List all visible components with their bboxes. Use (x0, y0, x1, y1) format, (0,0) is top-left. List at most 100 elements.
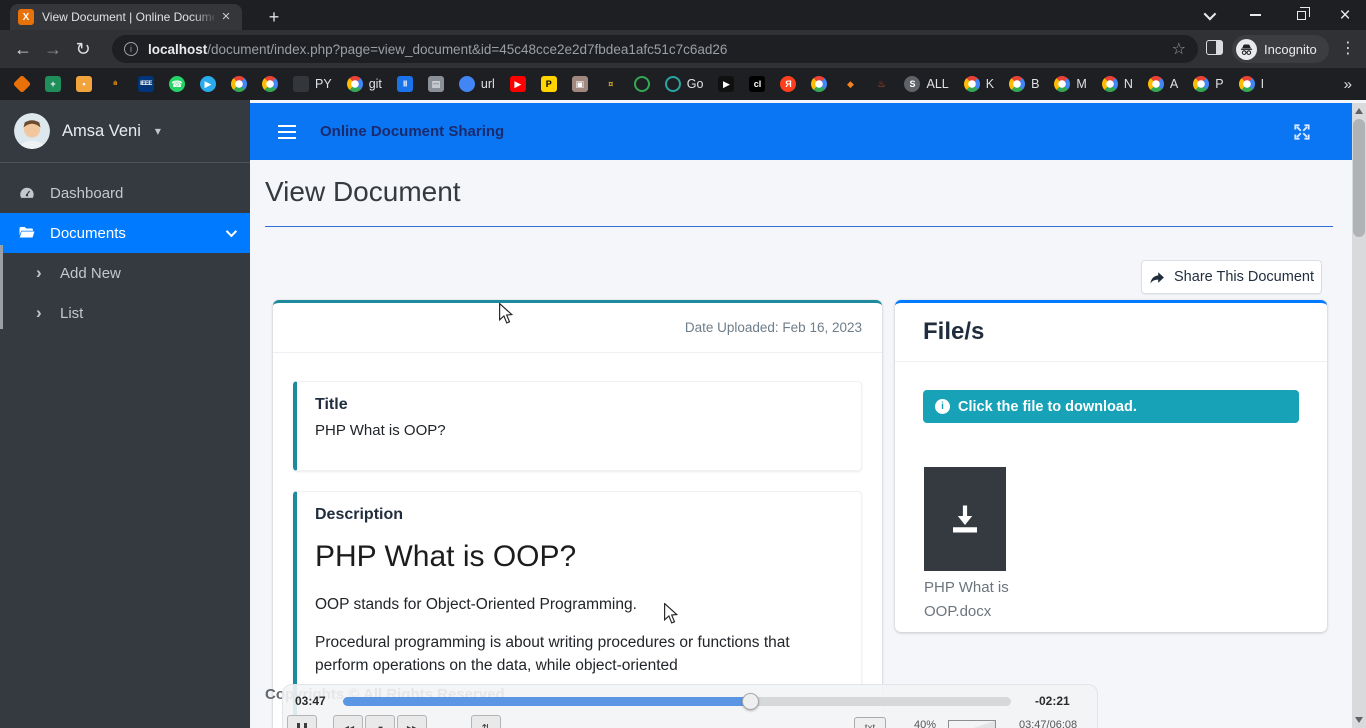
bookmark-google-a[interactable]: A (1148, 76, 1178, 92)
pause-button[interactable] (287, 715, 317, 728)
scroll-down-arrow-icon[interactable] (1355, 717, 1363, 723)
user-panel[interactable]: Amsa Veni ▾ (0, 100, 250, 163)
bookmark-ieee[interactable]: IEEE (138, 76, 154, 92)
bookmark-telegram[interactable]: ▶ (200, 76, 216, 92)
bookmark-python-icon (293, 76, 309, 92)
bookmark-gem[interactable] (14, 76, 30, 92)
bookmark-items: + ▪ ılı IEEE ☎ ▶ PY git ||| ▤ url ▶ P ▣ ¤ Go ▶ cl Я ◆ ♨ SALL K… (14, 76, 1330, 92)
bookmark-google-2[interactable] (262, 76, 278, 92)
bookmark-sheets-icon: + (45, 76, 61, 92)
bookmark-matlab[interactable]: ◆ (842, 76, 858, 92)
bookmark-cart-icon: ¤ (603, 76, 619, 92)
new-tab-button[interactable]: + (262, 6, 286, 28)
sidebar-item-documents[interactable]: Documents (0, 213, 250, 253)
bookmark-google-b[interactable]: B (1009, 76, 1039, 92)
close-window-button[interactable]: × (1322, 0, 1366, 30)
forward-button[interactable]: → (38, 39, 68, 60)
files-card: File/s i Click the file to download. PHP… (895, 300, 1327, 632)
bookmark-google-3[interactable] (811, 76, 827, 92)
tab-search-button[interactable] (1185, 0, 1231, 30)
info-circle-icon: i (935, 399, 950, 414)
download-hint-text: Click the file to download. (958, 399, 1137, 415)
sidebar-item-dashboard[interactable]: Dashboard (0, 173, 250, 213)
bookmark-google-m[interactable]: M (1054, 76, 1086, 92)
bookmark-analytics[interactable]: ılı (107, 76, 123, 92)
bookmark-python[interactable]: PY (293, 76, 332, 92)
app-topbar: Online Document Sharing (250, 103, 1352, 160)
bookmark-url-shortener[interactable]: url (459, 76, 495, 92)
stop-button[interactable]: ■ (365, 715, 395, 728)
bookmark-orange-box[interactable]: ▪ (76, 76, 92, 92)
bookmark-google-b-label: B (1031, 77, 1039, 91)
sidebar-item-add-new[interactable]: › Add New (0, 253, 250, 293)
bookmark-google-1[interactable] (231, 76, 247, 92)
mouse-cursor (498, 303, 514, 325)
app-brand[interactable]: Online Document Sharing (320, 123, 504, 140)
bookmark-google-k[interactable]: K (964, 76, 994, 92)
bookmark-orange-box-icon: ▪ (76, 76, 92, 92)
bookmark-google-m-icon (1054, 76, 1070, 92)
minimize-button[interactable] (1232, 0, 1278, 30)
bookmark-cl-icon: cl (749, 76, 765, 92)
bookmark-barcode[interactable]: ||| (397, 76, 413, 92)
rewind-button[interactable]: ◀◀ (333, 715, 363, 728)
fast-forward-button[interactable]: ▶▶ (397, 715, 427, 728)
bookmark-green-ring[interactable] (634, 76, 650, 92)
bookmark-youtube-icon: ▶ (510, 76, 526, 92)
tab-close-icon[interactable]: × (218, 9, 234, 25)
bookmark-yandex[interactable]: Я (780, 76, 796, 92)
bookmark-sheets[interactable]: + (45, 76, 61, 92)
chevron-down-icon (1203, 7, 1216, 20)
bookmark-whatsapp[interactable]: ☎ (169, 76, 185, 92)
player-progress-track[interactable] (343, 697, 1011, 706)
file-download-tile[interactable] (924, 467, 1006, 571)
bookmark-google-n[interactable]: N (1102, 76, 1133, 92)
sidebar-item-label: Dashboard (50, 185, 123, 202)
sidebar-item-list[interactable]: › List (0, 293, 250, 333)
reload-button[interactable]: ↻ (68, 39, 98, 60)
bookmark-google-i[interactable]: I (1239, 76, 1264, 92)
bookmark-eagle[interactable]: ▶ (718, 76, 734, 92)
bookmark-cart[interactable]: ¤ (603, 76, 619, 92)
sidebar: Amsa Veni ▾ Dashboard Documents › Add Ne… (0, 100, 250, 728)
bookmark-youtube[interactable]: ▶ (510, 76, 526, 92)
page-scrollbar[interactable] (1352, 103, 1366, 728)
bookmark-google-p[interactable]: P (1193, 76, 1223, 92)
site-info-icon[interactable]: i (124, 42, 138, 56)
bookmark-all-sites[interactable]: SALL (904, 76, 948, 92)
bookmark-fire[interactable]: ♨ (873, 76, 889, 92)
back-button[interactable]: ← (8, 39, 38, 60)
scrollbar-thumb[interactable] (1353, 119, 1365, 237)
bookmark-film[interactable]: ▣ (572, 76, 588, 92)
share-document-button[interactable]: Share This Document (1141, 260, 1322, 294)
bookmark-calculator[interactable]: ▤ (428, 76, 444, 92)
browser-tab[interactable]: X View Document | Online Docume × (10, 4, 242, 30)
scroll-up-arrow-icon[interactable] (1355, 108, 1363, 114)
volume-slider[interactable] (949, 721, 995, 728)
player-progress-thumb[interactable] (742, 693, 759, 710)
bookmark-google-n-label: N (1124, 77, 1133, 91)
browser-menu-icon[interactable]: ⋮ (1340, 39, 1356, 59)
bookmarks-overflow-icon[interactable]: » (1330, 76, 1366, 93)
hamburger-menu-icon[interactable] (278, 131, 296, 133)
bookmark-plagiarism[interactable]: P (541, 76, 557, 92)
side-panel-icon[interactable] (1206, 40, 1223, 55)
user-caret-icon[interactable]: ▾ (155, 124, 161, 138)
bookmark-godaddy[interactable]: Go (665, 76, 704, 92)
avatar[interactable] (14, 113, 50, 149)
title-value: PHP What is OOP? (315, 422, 843, 439)
page-viewport: Amsa Veni ▾ Dashboard Documents › Add Ne… (0, 100, 1366, 728)
restore-button[interactable] (1278, 0, 1324, 30)
shuffle-button[interactable]: ⇅ (471, 715, 501, 728)
player-progress-fill (343, 697, 750, 706)
bookmark-star-icon[interactable]: ☆ (1172, 39, 1186, 59)
bookmark-git[interactable]: git (347, 76, 382, 92)
file-name[interactable]: PHP What is OOP.docx (924, 576, 1020, 624)
fullscreen-expand-icon[interactable] (1292, 122, 1312, 142)
restore-icon (1297, 11, 1306, 20)
address-bar[interactable]: i localhost/document/index.php?page=view… (112, 35, 1198, 63)
bookmark-cl[interactable]: cl (749, 76, 765, 92)
url-text[interactable]: localhost/document/index.php?page=view_d… (148, 42, 1164, 57)
chevron-right-icon: › (36, 306, 48, 320)
subtitle-txt-button[interactable]: txt (854, 717, 886, 728)
